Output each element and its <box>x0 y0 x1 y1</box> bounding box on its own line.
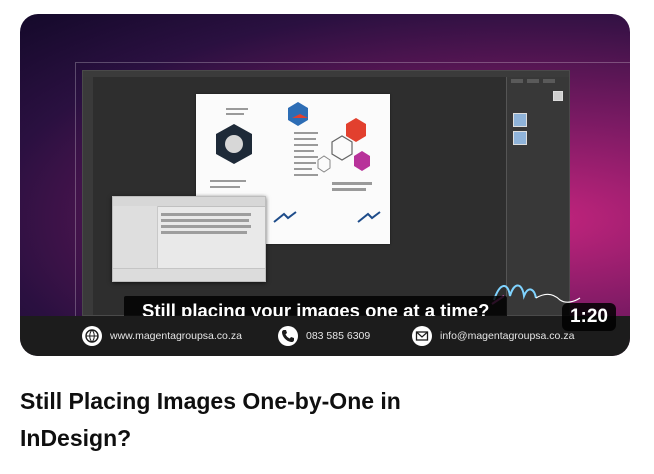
page-thumbnail <box>513 131 527 145</box>
contact-website-text: www.magentagroupsa.co.za <box>110 330 242 342</box>
panel-tab <box>543 79 555 83</box>
app-menubar <box>83 71 569 77</box>
file-row <box>161 231 247 234</box>
file-row <box>161 213 251 216</box>
phone-icon <box>278 326 298 346</box>
place-file-dialog <box>112 196 266 282</box>
page-thumbnail <box>513 113 527 127</box>
dialog-footer <box>113 268 265 281</box>
contact-bar: www.magentagroupsa.co.za 083 585 6309 in… <box>20 316 630 356</box>
mail-icon <box>412 326 432 346</box>
app-toolbar <box>83 77 93 315</box>
video-duration-badge: 1:20 <box>561 303 616 331</box>
contact-email-text: info@magentagroupsa.co.za <box>440 330 575 342</box>
panel-tab <box>511 79 523 83</box>
panel-tab <box>527 79 539 83</box>
video-thumbnail[interactable]: Still placing your images one at a time?… <box>20 14 630 356</box>
globe-icon <box>82 326 102 346</box>
contact-website: www.magentagroupsa.co.za <box>82 316 242 356</box>
page-thumbnail <box>553 91 563 101</box>
video-title[interactable]: Still Placing Images One-by-One in InDes… <box>20 383 490 457</box>
video-card[interactable]: Still placing your images one at a time?… <box>0 0 654 474</box>
contact-email: info@magentagroupsa.co.za <box>412 316 574 356</box>
file-row <box>161 225 251 228</box>
contact-phone-text: 083 585 6309 <box>306 330 371 342</box>
dialog-sidebar <box>113 206 158 269</box>
file-row <box>161 219 249 222</box>
contact-phone: 083 585 6309 <box>278 316 370 356</box>
